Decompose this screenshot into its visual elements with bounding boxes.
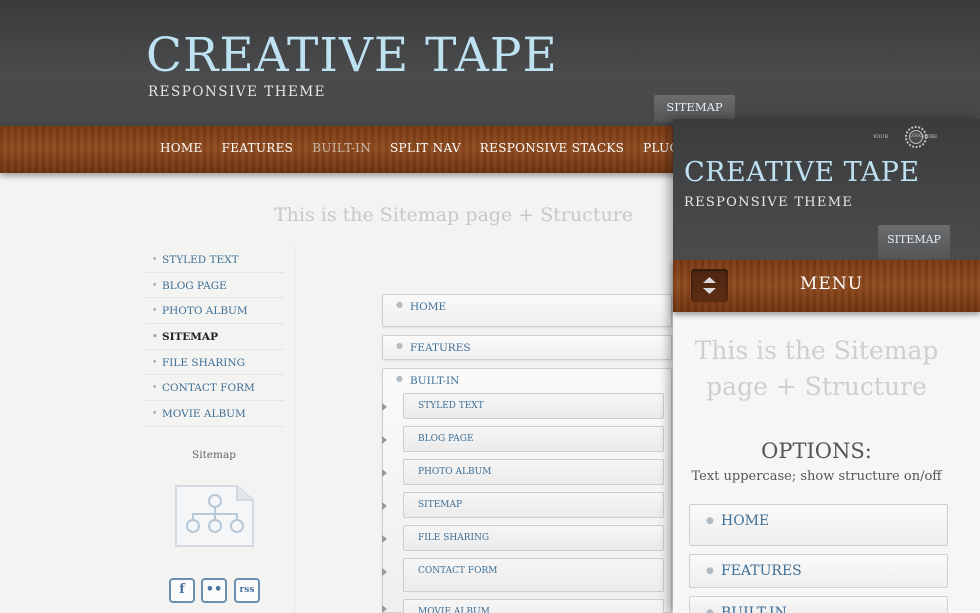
bullet-icon: ●: [706, 516, 714, 526]
bullet-icon: ●: [706, 566, 714, 576]
logo-placeholder-center: LOGO: [909, 134, 923, 139]
sitemap-widget-title: Sitemap: [192, 449, 236, 461]
mobile-menu-bar: MENU: [673, 260, 980, 312]
sidebar-item-sitemap[interactable]: SITEMAP: [146, 324, 284, 350]
bullet-icon: ●: [396, 341, 403, 350]
arrow-right-icon: [382, 535, 387, 543]
sitemap-document-icon[interactable]: [175, 484, 255, 548]
mobile-page-title: This is the Sitemap page + Structure: [694, 336, 939, 401]
sidebar-item-photo-album[interactable]: PHOTO ALBUM: [146, 298, 284, 325]
page-title: This is the Sitemap page + Structure: [274, 204, 634, 226]
mobile-sitemap-item-home[interactable]: ● HOME: [689, 504, 948, 546]
sitemap-subitem-file-sharing[interactable]: FILE SHARING: [403, 525, 664, 551]
main-nav: HOME FEATURES BUILT-IN SPLIT NAV RESPONS…: [160, 141, 723, 155]
arrow-right-icon: [382, 436, 387, 444]
logo-placeholder-right: HERE: [922, 134, 938, 140]
mobile-sitemap-item-built-in[interactable]: ● BUILT-IN: [689, 596, 948, 613]
sitemap-tab[interactable]: SITEMAP: [654, 95, 735, 122]
site-brand[interactable]: CREATIVE TAPE: [146, 30, 558, 82]
nav-item-responsive-stacks[interactable]: RESPONSIVE STACKS: [480, 141, 624, 155]
sitemap-subitem-contact-form[interactable]: CONTACT FORM: [403, 558, 664, 592]
sidebar-item-movie-album[interactable]: MOVIE ALBUM: [146, 401, 284, 427]
mobile-tagline: RESPONSIVE THEME: [684, 195, 854, 210]
sitemap-subitem-movie-album[interactable]: MOVIE ALBUM: [403, 599, 664, 613]
bullet-icon: ●: [396, 300, 403, 309]
mobile-brand[interactable]: CREATIVE TAPE: [684, 157, 920, 188]
bullet-icon: ●: [396, 374, 403, 383]
bullet-icon: ●: [706, 608, 714, 613]
sitemap-subitem-photo-album[interactable]: PHOTO ALBUM: [403, 459, 664, 485]
nav-item-features[interactable]: FEATURES: [222, 141, 294, 155]
arrow-right-icon: [382, 403, 387, 411]
mobile-sitemap-tab[interactable]: SITEMAP: [878, 225, 950, 260]
mobile-preview: YOUR LOGO HERE CREATIVE TAPE RESPONSIVE …: [673, 119, 980, 613]
facebook-icon[interactable]: f: [169, 578, 195, 603]
sitemap-subitem-sitemap[interactable]: SITEMAP: [403, 492, 664, 518]
sidebar-item-styled-text[interactable]: STYLED TEXT: [146, 247, 284, 273]
mobile-menu-label[interactable]: MENU: [800, 274, 863, 294]
sidebar-item-file-sharing[interactable]: FILE SHARING: [146, 350, 284, 376]
logo-placeholder-left: YOUR: [873, 134, 889, 140]
arrow-right-icon: [382, 605, 387, 613]
mobile-sitemap-item-features[interactable]: ● FEATURES: [689, 554, 948, 588]
sitemap-subitem-blog-page[interactable]: BLOG PAGE: [403, 426, 664, 452]
menu-toggle-button[interactable]: [691, 269, 728, 302]
sitemap-item-home[interactable]: ● HOME: [382, 294, 672, 327]
mobile-header: YOUR LOGO HERE CREATIVE TAPE RESPONSIVE …: [673, 119, 980, 260]
arrow-right-icon: [382, 568, 387, 576]
flickr-icon[interactable]: ••: [201, 578, 227, 603]
options-heading: OPTIONS:: [761, 439, 872, 463]
sidebar-item-blog-page[interactable]: BLOG PAGE: [146, 273, 284, 299]
options-description: Text uppercase; show structure on/off: [691, 469, 942, 484]
arrow-right-icon: [382, 502, 387, 510]
sitemap-item-features[interactable]: ● FEATURES: [382, 335, 672, 360]
sitemap-subitem-styled-text[interactable]: STYLED TEXT: [403, 393, 664, 419]
arrow-right-icon: [382, 469, 387, 477]
rss-icon[interactable]: rss: [234, 578, 260, 603]
nav-item-split-nav[interactable]: SPLIT NAV: [390, 141, 461, 155]
nav-item-home[interactable]: HOME: [160, 141, 203, 155]
sidebar-menu: STYLED TEXT BLOG PAGE PHOTO ALBUM SITEMA…: [146, 247, 284, 427]
sidebar-divider: [294, 245, 295, 613]
up-down-arrows-icon: [703, 277, 716, 294]
nav-item-built-in[interactable]: BUILT-IN: [312, 141, 371, 155]
sidebar-item-contact-form[interactable]: CONTACT FORM: [146, 375, 284, 402]
site-tagline: RESPONSIVE THEME: [148, 84, 327, 100]
